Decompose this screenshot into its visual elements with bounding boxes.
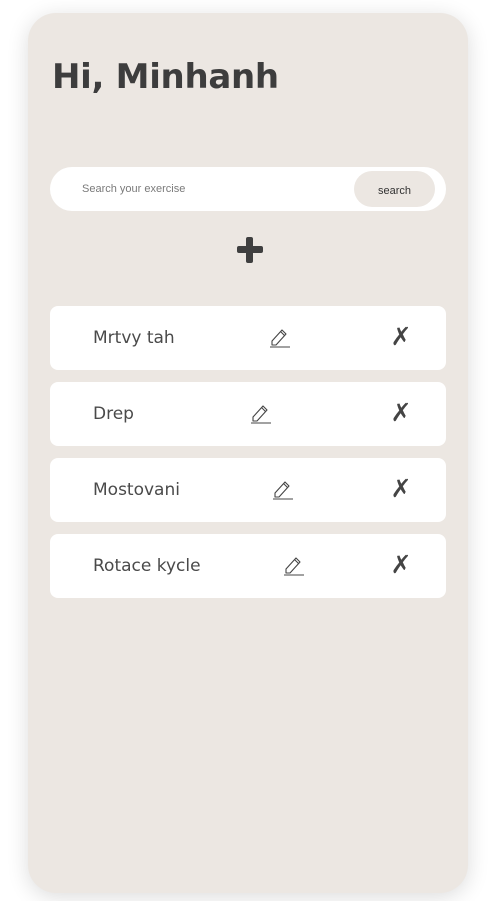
delete-icon[interactable]: ✗	[389, 550, 413, 580]
delete-icon[interactable]: ✗	[389, 474, 413, 504]
pencil-icon[interactable]	[283, 554, 305, 576]
app-card: Hi, Minhanh search Mrtvy tah ✗ Drep	[28, 13, 468, 893]
delete-icon[interactable]: ✗	[389, 398, 413, 428]
search-input[interactable]	[82, 175, 342, 203]
pencil-icon[interactable]	[250, 402, 272, 424]
search-button[interactable]: search	[354, 171, 435, 207]
exercise-item: Rotace kycle ✗	[50, 534, 446, 598]
exercise-item: Mrtvy tah ✗	[50, 306, 446, 370]
exercise-item: Mostovani ✗	[50, 458, 446, 522]
exercise-name: Mrtvy tah	[93, 328, 175, 348]
exercise-name: Rotace kycle	[93, 556, 201, 576]
greeting-title: Hi, Minhanh	[52, 57, 279, 97]
pencil-icon[interactable]	[269, 326, 291, 348]
pencil-icon[interactable]	[272, 478, 294, 500]
exercise-name: Drep	[93, 404, 134, 424]
delete-icon[interactable]: ✗	[389, 322, 413, 352]
exercise-name: Mostovani	[93, 480, 180, 500]
search-bar: search	[50, 167, 446, 211]
exercise-item: Drep ✗	[50, 382, 446, 446]
add-exercise-button[interactable]	[236, 236, 264, 264]
exercise-list: Mrtvy tah ✗ Drep ✗ Mostovani ✗ Rotace ky…	[50, 306, 446, 610]
